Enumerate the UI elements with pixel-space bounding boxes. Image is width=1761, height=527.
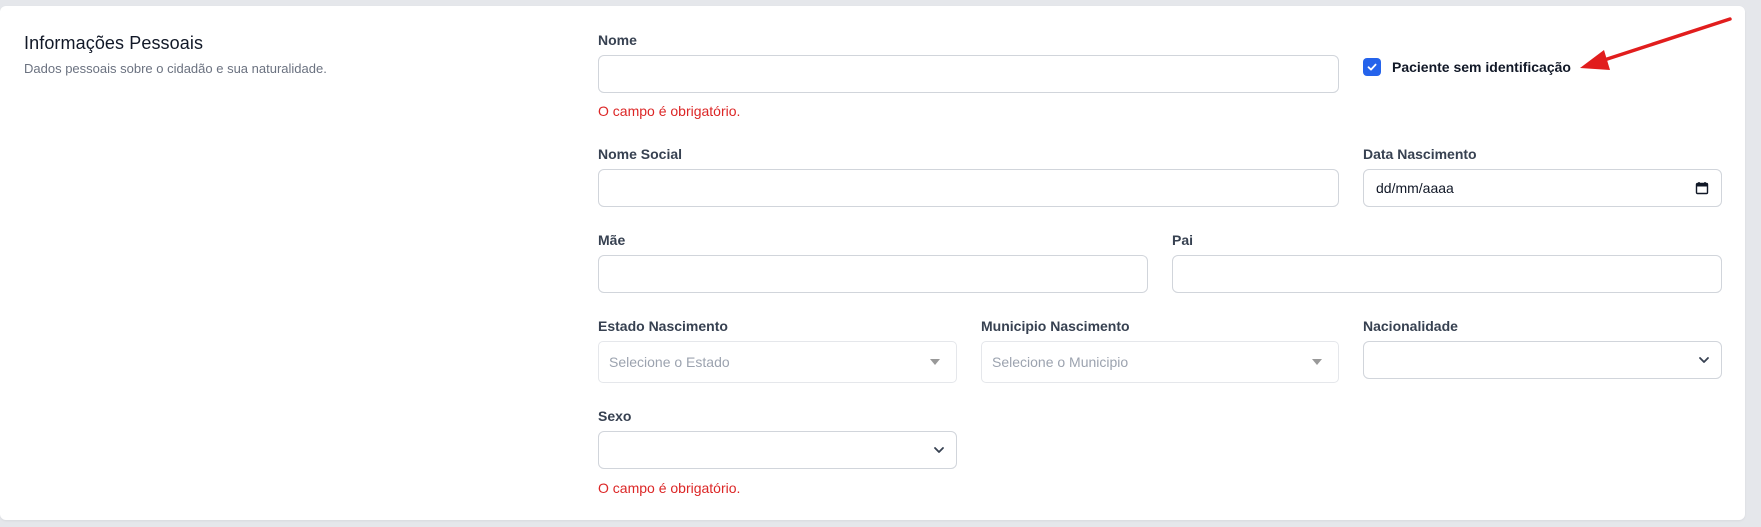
- mae-input[interactable]: [598, 255, 1148, 293]
- nome-social-label: Nome Social: [598, 146, 683, 162]
- nome-error: O campo é obrigatório.: [598, 103, 741, 119]
- paciente-sem-identificacao-label[interactable]: Paciente sem identificação: [1392, 59, 1571, 75]
- estado-nascimento-label: Estado Nascimento: [598, 318, 728, 334]
- sexo-label: Sexo: [598, 408, 632, 424]
- check-icon: [1367, 63, 1377, 71]
- data-nascimento-input[interactable]: dd/mm/aaaa: [1363, 169, 1722, 207]
- nome-label: Nome: [598, 32, 637, 48]
- data-nascimento-label: Data Nascimento: [1363, 146, 1477, 162]
- estado-nascimento-select[interactable]: Selecione o Estado: [598, 341, 957, 383]
- nacionalidade-select[interactable]: [1363, 341, 1722, 379]
- nome-social-input[interactable]: [598, 169, 1339, 207]
- chevron-down-icon: [1697, 353, 1711, 367]
- calendar-icon[interactable]: [1695, 181, 1709, 195]
- caret-down-icon: [930, 359, 940, 365]
- municipio-nascimento-select[interactable]: Selecione o Municipio: [981, 341, 1339, 383]
- mae-label: Mãe: [598, 232, 626, 248]
- sexo-select[interactable]: [598, 431, 957, 469]
- estado-nascimento-placeholder: Selecione o Estado: [609, 354, 730, 370]
- sexo-error: O campo é obrigatório.: [598, 480, 741, 496]
- data-nascimento-value: dd/mm/aaaa: [1376, 180, 1454, 196]
- nacionalidade-label: Nacionalidade: [1363, 318, 1458, 334]
- pai-label: Pai: [1172, 232, 1194, 248]
- nome-input[interactable]: [598, 55, 1339, 93]
- paciente-sem-identificacao-checkbox[interactable]: [1363, 58, 1381, 76]
- municipio-nascimento-label: Municipio Nascimento: [981, 318, 1130, 334]
- caret-down-icon: [1312, 359, 1322, 365]
- section-description: Dados pessoais sobre o cidadão e sua nat…: [24, 61, 327, 76]
- pai-input[interactable]: [1172, 255, 1722, 293]
- section-title: Informações Pessoais: [24, 33, 204, 53]
- red-arrow-icon: [1580, 17, 1732, 70]
- municipio-nascimento-placeholder: Selecione o Municipio: [992, 354, 1129, 370]
- chevron-down-icon: [932, 443, 946, 457]
